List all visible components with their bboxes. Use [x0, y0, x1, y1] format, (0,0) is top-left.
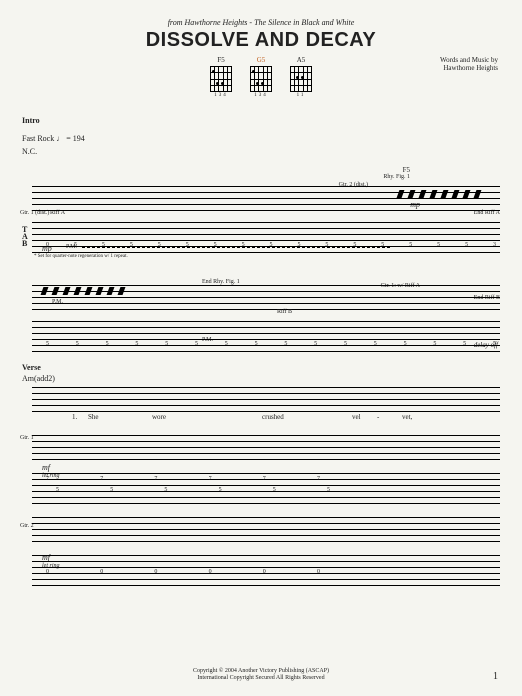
footnote: * Set for quarter-note regeneration w/ 1… [34, 254, 500, 259]
credits-line2: Hawthorne Heights [440, 64, 498, 72]
lyric: She [88, 413, 99, 421]
lyric-row: 1. She wore crushed vel - vet, [32, 413, 500, 423]
chord-pos: 134 [250, 93, 272, 98]
lyric: - [377, 413, 379, 421]
riff-a-label: Riff A [50, 210, 65, 216]
copyright-line2: International Copyright Secured All Righ… [0, 675, 522, 682]
gtr2-tab: 0 0 0 0 0 0 [32, 555, 500, 585]
gtr1-label: Gtr. 1 (dist.) [20, 210, 49, 216]
system-1: F5 Rhy. Fig. 1 Gtr. 2 (dist.) mp Gtr. 1 … [22, 186, 500, 259]
chord-grid [250, 66, 272, 92]
album-title: The Silence in Black and White [254, 18, 354, 27]
source-prefix: from Hawthorne Heights - [168, 18, 254, 27]
chord-pos: 134 [210, 93, 232, 98]
intro-block: Intro Fast Rock ♩ = 194 N.C. [22, 110, 500, 156]
copyright-line1: Copyright © 2004 Another Victory Publish… [0, 668, 522, 675]
page-number: 1 [493, 671, 498, 682]
rhy-fig-label: Rhy. Fig. 1 [383, 174, 410, 180]
gtr1-staff [32, 435, 500, 459]
chord-pos: 11 [290, 93, 312, 98]
staff [32, 186, 500, 210]
chord-f5: F5 134 [210, 56, 232, 98]
system-2: End Rhy. Fig. 1 P.M. Gtr. 1: w/ Riff A E… [22, 285, 500, 351]
tab-numbers: 5 5 5 5 5 5 5 5 5 5 5 5 5 5 5 5 [46, 341, 496, 347]
credits: Words and Music by Hawthorne Heights [440, 56, 498, 73]
dynamic-mf: mf [42, 463, 50, 472]
tab-numbers: 0 5 5 5 5 5 5 5 5 5 5 5 5 5 5 5 3 [46, 242, 496, 248]
tab-numbers-b: 5 5 5 5 5 5 [56, 487, 330, 493]
gtr1-tab: 7 7 7 7 7 7 5 5 5 5 5 5 [32, 473, 500, 503]
chord-name: A5 [290, 56, 312, 64]
verse-label: Verse [22, 363, 500, 372]
tab-label: TAB [22, 226, 28, 248]
chord-grid [290, 66, 312, 92]
chord-grid [210, 66, 232, 92]
tab-numbers: 7 7 7 7 7 7 [46, 476, 320, 482]
tempo: Fast Rock ♩ = 194 [22, 134, 85, 143]
copyright: Copyright © 2004 Another Victory Publish… [0, 668, 522, 682]
vocal-staff [32, 387, 500, 411]
staff [32, 285, 500, 309]
tab-staff: TAB 0 5 5 5 5 5 5 5 5 5 5 5 5 5 5 5 3 [32, 222, 500, 252]
chord-g5: G5 134 [250, 56, 272, 98]
intro-label: Intro [22, 116, 40, 125]
end-riff-a: End Riff A [474, 210, 500, 216]
lyric: wore [152, 413, 166, 421]
chord-diagrams: F5 134 G5 134 A5 [22, 56, 500, 98]
chord-name: F5 [210, 56, 232, 64]
lyric: vet, [402, 413, 412, 421]
chord-f5-mark: F5 [403, 166, 410, 174]
chord-name: G5 [250, 56, 272, 64]
lyric-num: 1. [72, 413, 77, 421]
tab-staff: 5 5 5 5 5 5 5 5 5 5 5 5 5 5 5 5 [32, 321, 500, 351]
tab-numbers: 0 0 0 0 0 0 [46, 569, 320, 575]
verse-chord: Am(add2) [22, 374, 500, 383]
gtr2-staff [32, 517, 500, 541]
credits-line1: Words and Music by [440, 56, 498, 64]
source-line: from Hawthorne Heights - The Silence in … [22, 18, 500, 27]
chord-a5: A5 11 [290, 56, 312, 98]
song-title: DISSOLVE AND DECAY [22, 29, 500, 52]
system-verse: 1. She wore crushed vel - vet, Gtr. 1 mf… [22, 387, 500, 585]
lyric: vel [352, 413, 361, 421]
no-chord: N.C. [22, 147, 500, 156]
lyric: crushed [262, 413, 284, 421]
riff-b-label: Riff B [277, 309, 292, 315]
